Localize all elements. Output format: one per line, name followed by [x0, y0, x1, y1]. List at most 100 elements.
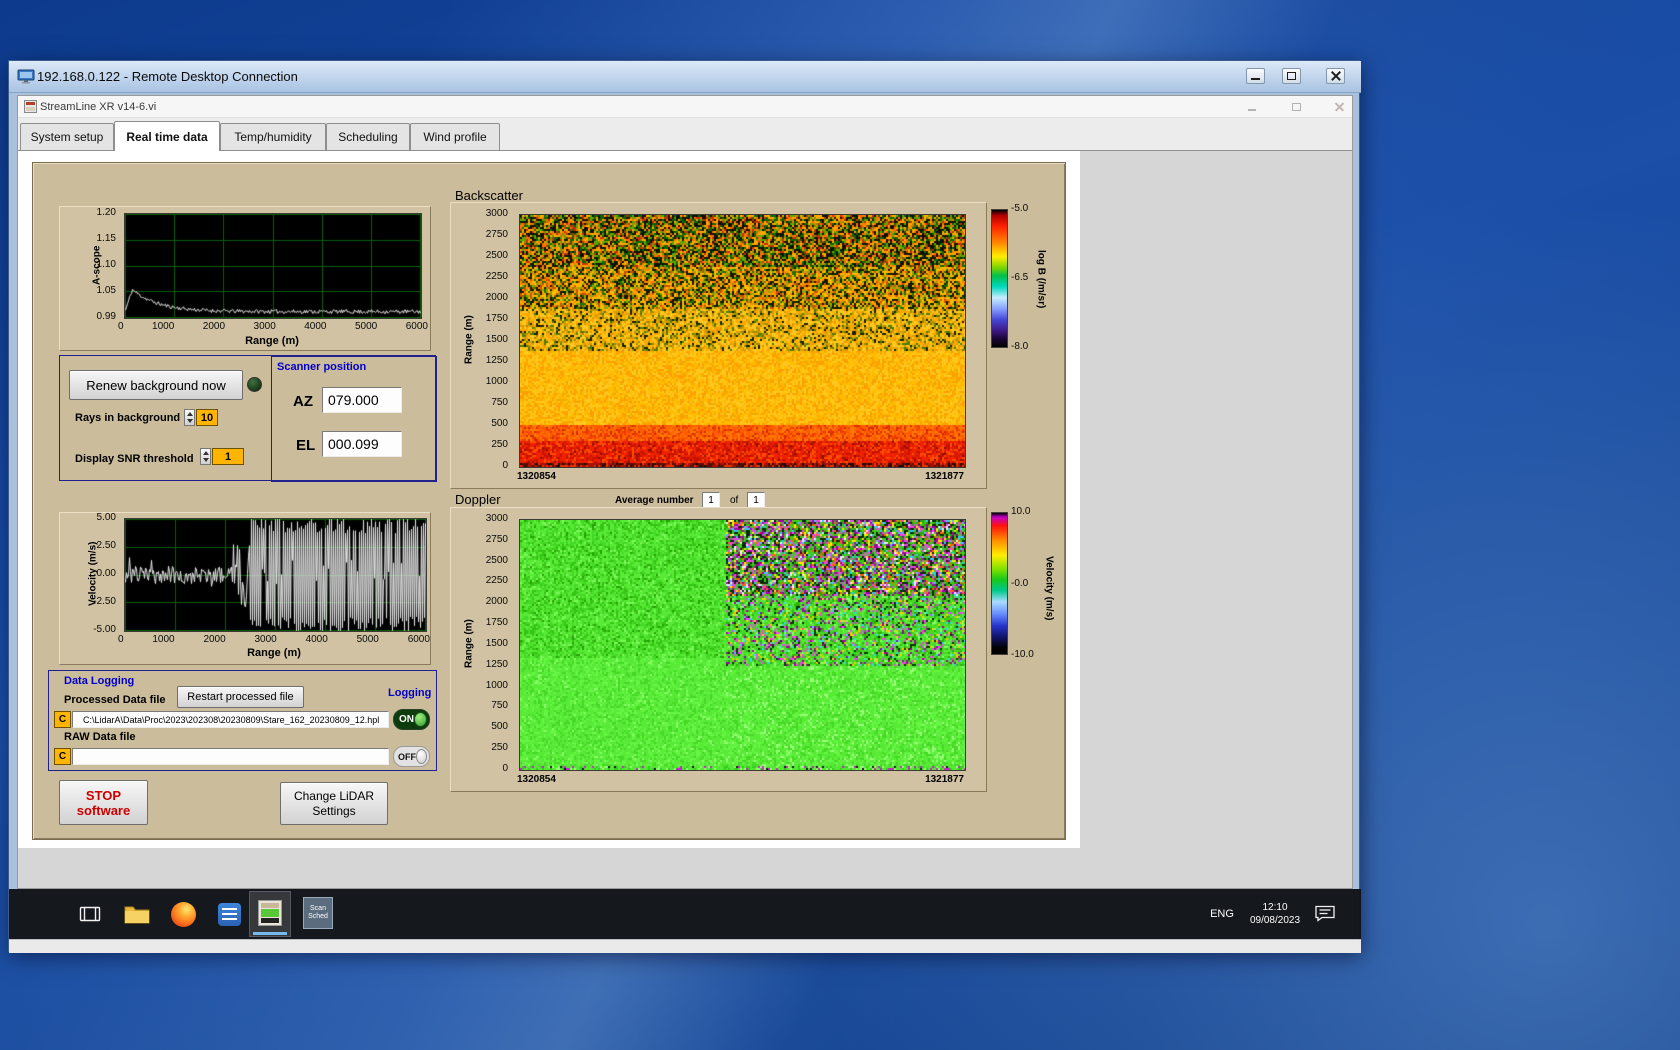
tab-temp-humidity[interactable]: Temp/humidity — [220, 123, 326, 150]
tick-label: 1500 — [485, 637, 508, 649]
processed-drive-box[interactable]: C — [54, 711, 71, 728]
close-button[interactable] — [1326, 68, 1345, 84]
average-total-field[interactable]: 1 — [747, 492, 765, 508]
rdp-titlebar[interactable]: 192.168.0.122 - Remote Desktop Connectio… — [9, 61, 1361, 93]
doppler-plot — [519, 519, 966, 771]
document-app-logo — [217, 902, 241, 926]
el-value-field[interactable]: 000.099 — [322, 431, 402, 457]
file-explorer-icon[interactable] — [124, 902, 150, 926]
task-view-icon[interactable] — [78, 902, 102, 926]
tick-label: 3000 — [485, 513, 508, 524]
velocity-plot-panel: Velocity (m/s) 5.00 2.50 0.00 -2.50 -5.00 01… — [59, 512, 431, 665]
tick-label: 2500 — [485, 250, 508, 261]
app-maximize-button[interactable] — [1289, 101, 1303, 113]
scan-label-line1: Scan — [310, 905, 326, 912]
vi-app-icon — [24, 100, 37, 118]
tick-label: 1000 — [152, 321, 175, 332]
tick-label: 2750 — [485, 229, 508, 240]
tick-label: 1250 — [485, 355, 508, 366]
spin-up-icon[interactable] — [202, 451, 209, 456]
tick-label: 4000 — [304, 321, 327, 332]
window-bottom-strip — [9, 939, 1361, 953]
velocity-plot — [124, 518, 427, 632]
doppler-x-end: 1321877 — [925, 774, 964, 785]
tick-label: 1000 — [485, 376, 508, 387]
raw-data-file-label: RAW Data file — [64, 731, 136, 743]
average-number-field[interactable]: 1 — [702, 492, 720, 508]
firefox-icon[interactable] — [170, 901, 196, 927]
scan-scheduler-tile: Scan Sched — [303, 897, 333, 929]
raw-logging-toggle[interactable]: OFF — [393, 746, 430, 767]
scan-scheduler-icon[interactable]: Scan Sched — [303, 897, 333, 929]
tick-label: 2750 — [485, 533, 508, 545]
app-minimize-button[interactable] — [1245, 101, 1259, 113]
tick-label: 1000 — [485, 679, 508, 691]
tick-label: 250 — [491, 742, 508, 754]
maximize-icon — [1287, 72, 1296, 80]
tab-real-time-data[interactable]: Real time data — [114, 121, 220, 151]
active-app-slot[interactable] — [249, 891, 291, 937]
renew-background-button[interactable]: Renew background now — [69, 370, 243, 400]
tick-label: 2000 — [202, 321, 226, 332]
velocity-y-ticks: 5.00 2.50 0.00 -2.50 -5.00 — [72, 513, 120, 635]
backscatter-x-start: 1320854 — [517, 471, 556, 482]
language-indicator[interactable]: ENG — [1205, 901, 1239, 927]
tab-system-setup[interactable]: System setup — [20, 123, 114, 150]
processed-logging-toggle[interactable]: ON — [393, 709, 430, 730]
doppler-colorbar-label: Velocity (m/s) — [1043, 555, 1055, 621]
rays-spinner[interactable] — [184, 409, 195, 426]
tick-label: 500 — [491, 418, 508, 429]
tick-label: 4000 — [305, 634, 328, 645]
spin-down-icon[interactable] — [186, 418, 193, 423]
restart-processed-file-button[interactable]: Restart processed file — [177, 686, 304, 708]
tab-wind-profile[interactable]: Wind profile — [410, 123, 500, 150]
ascope-plot-canvas — [125, 214, 421, 318]
tick-label: 2000 — [203, 634, 226, 645]
az-value-field[interactable]: 079.000 — [322, 387, 402, 413]
stop-software-button[interactable]: STOP software — [59, 780, 148, 825]
logging-label: Logging — [388, 687, 432, 699]
streamline-app-window: StreamLine XR v14-6.vi System setup Real… — [17, 95, 1353, 889]
taskbar: Scan Sched ENG 12:10 09/08/2023 — [9, 889, 1361, 939]
snr-value-field[interactable]: 1 — [212, 448, 244, 465]
average-number-label: Average number — [615, 495, 694, 506]
streamline-app-icon[interactable] — [258, 900, 282, 926]
backscatter-plot — [519, 214, 966, 468]
computer-icon — [17, 69, 35, 90]
az-label: AZ — [293, 393, 313, 410]
tab-scheduling[interactable]: Scheduling — [326, 123, 410, 150]
tick-label: 6000 — [405, 321, 428, 332]
minimize-button[interactable] — [1246, 68, 1265, 84]
tick-label: 2250 — [485, 575, 508, 587]
doppler-heatmap-canvas — [520, 520, 965, 770]
clock-time: 12:10 — [1262, 902, 1288, 913]
doppler-title: Doppler — [455, 492, 501, 507]
doppler-panel: Range (m) 3000 2750 2500 2250 2000 1750 1500 12… — [450, 507, 987, 792]
tick-label: 0 — [118, 321, 124, 332]
tick-label: 0.99 — [96, 311, 116, 322]
action-center-icon[interactable] — [1313, 903, 1337, 923]
app-titlebar[interactable]: StreamLine XR v14-6.vi — [18, 96, 1352, 118]
maximize-button[interactable] — [1282, 68, 1301, 84]
rays-value-field[interactable]: 10 — [196, 409, 218, 426]
raw-drive-box[interactable]: C — [54, 748, 71, 765]
change-lidar-settings-button[interactable]: Change LiDAR Settings — [280, 782, 388, 825]
spin-up-icon[interactable] — [186, 412, 193, 417]
raw-path-input[interactable] — [72, 748, 389, 765]
ascope-x-axis-label: Range (m) — [245, 335, 299, 347]
ascope-plot-panel: A-scope 1.20 1.15 1.10 1.05 0.99 0 1000 2000 30… — [59, 206, 431, 351]
document-app-icon[interactable] — [217, 902, 241, 926]
app-window-title: StreamLine XR v14-6.vi — [40, 100, 157, 113]
firefox-logo — [170, 901, 196, 927]
snr-spinner[interactable] — [200, 448, 211, 465]
tick-label: 3000 — [253, 321, 276, 332]
backscatter-x-end: 1321877 — [925, 471, 964, 482]
app-close-button[interactable] — [1332, 101, 1346, 113]
spin-down-icon[interactable] — [202, 457, 209, 462]
processed-path-input[interactable] — [72, 711, 389, 728]
toggle-off-label: OFF — [398, 751, 416, 762]
tick-label: 250 — [491, 439, 508, 450]
tick-label: 1.05 — [96, 285, 116, 296]
taskbar-clock[interactable]: 12:10 09/08/2023 — [1243, 898, 1307, 930]
scan-label-line2: Sched — [308, 913, 328, 920]
